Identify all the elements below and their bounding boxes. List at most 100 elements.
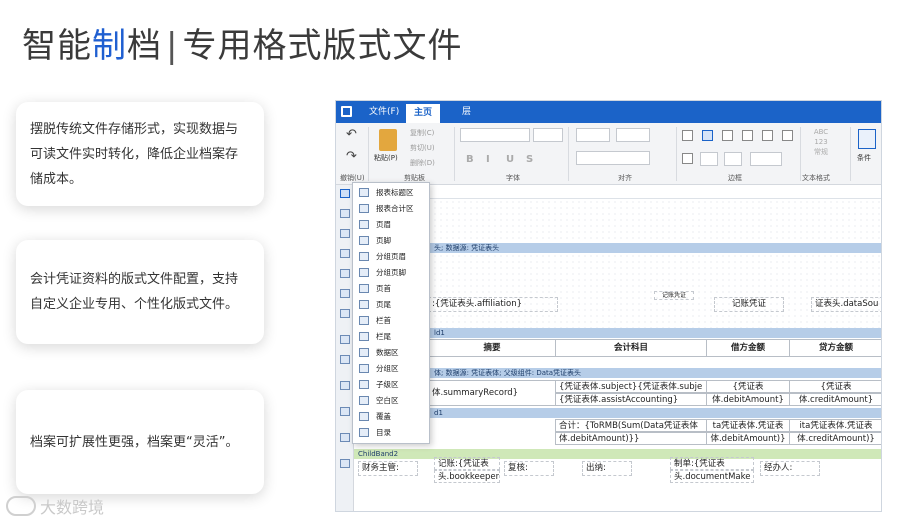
shape-tool-icon[interactable] [340, 269, 350, 278]
paste-icon[interactable] [379, 129, 397, 151]
label-small-title[interactable]: 记账凭证 [654, 291, 694, 300]
menu-item-toc[interactable]: 目录 [353, 425, 431, 441]
header-credit[interactable]: 贷方金额 [789, 339, 881, 357]
border-right-button[interactable] [782, 130, 793, 141]
text-tool-icon[interactable] [340, 209, 350, 218]
border-top-button[interactable] [722, 130, 733, 141]
condition-button[interactable]: 条件 [857, 153, 871, 163]
menu-item-label: 页脚 [376, 236, 391, 245]
header-account[interactable]: 会计科目 [555, 339, 707, 357]
bold-button[interactable]: B [466, 154, 474, 165]
field-total-credit-1[interactable]: ita凭证表体.凭证表 [789, 419, 881, 432]
field-maker-2[interactable]: 头.documentMake [670, 470, 754, 483]
field-total-debit-1[interactable]: ta凭证表体.凭证表 [706, 419, 790, 432]
band-header-voucher-head[interactable]: 头; 数据源: 凭证表头 [354, 243, 881, 253]
field-assist[interactable]: {凭证表体.assistAccounting} [555, 393, 707, 406]
underline-button[interactable]: U [506, 154, 514, 165]
menu-item-column-footer[interactable]: 栏尾 [353, 329, 431, 345]
line-style-select[interactable] [750, 152, 782, 166]
copy-button[interactable]: 复制(C) [410, 128, 434, 138]
menu-item-group-band[interactable]: 分组区 [353, 361, 431, 377]
chart-tool-icon[interactable] [340, 289, 350, 298]
band-grid [354, 199, 881, 339]
field-summary-record[interactable]: 体.summaryRecord} [428, 380, 556, 406]
band-header-footer[interactable]: d1 [354, 408, 881, 418]
line-tool-icon[interactable] [340, 433, 350, 442]
field-credit-1[interactable]: {凭证表 [789, 380, 881, 393]
field-datasource[interactable]: 证表头.dataSou [811, 297, 881, 312]
border-all-button[interactable] [702, 130, 713, 141]
menu-item-group-footer[interactable]: 分组页脚 [353, 265, 431, 281]
menu-item-overlay[interactable]: 覆盖 [353, 409, 431, 425]
label-voucher-title[interactable]: 记账凭证 [714, 297, 784, 312]
subreport-tool-icon[interactable] [340, 355, 350, 364]
field-maker-1[interactable]: 制单:{凭证表 [670, 457, 754, 470]
field-total-debit-2[interactable]: 体.debitAmount)} [706, 432, 790, 445]
text-format-button[interactable]: ABC 123 常规 [806, 127, 836, 163]
field-bookkeeper-2[interactable]: 头.bookkeeper} [434, 470, 500, 483]
menu-item-column-header[interactable]: 栏首 [353, 313, 431, 329]
menu-item-footer[interactable]: 页尾 [353, 297, 431, 313]
field-handler[interactable]: 经办人: [760, 461, 820, 476]
field-affiliation[interactable]: :{凭证表头.affiliation} [428, 297, 558, 312]
band-icon [359, 396, 369, 405]
field-cashier[interactable]: 出纳: [582, 461, 632, 476]
field-total-1[interactable]: 合计：{ToRMB(Sum(Data凭证表体 [555, 419, 707, 432]
band-icon [359, 364, 369, 373]
delete-button[interactable]: 删除(D) [410, 158, 435, 168]
menu-item-empty-band[interactable]: 空白区 [353, 393, 431, 409]
field-debit-2[interactable]: 体.debitAmount} [706, 393, 790, 406]
font-family-select[interactable] [460, 128, 530, 142]
table-tool-icon[interactable] [340, 309, 350, 318]
tab-home[interactable]: 主页 [406, 104, 441, 123]
menu-item-page-footer[interactable]: 页脚 [353, 233, 431, 249]
border-bottom-button[interactable] [742, 130, 753, 141]
tab-layer[interactable]: 层 [454, 101, 479, 123]
panel-tool-icon[interactable] [340, 335, 350, 344]
menu-item-report-title[interactable]: 报表标题区 [353, 185, 431, 201]
field-total-credit-2[interactable]: 体.creditAmount)} [789, 432, 881, 445]
field-finance-manager[interactable]: 财务主管: [358, 461, 418, 476]
map-tool-icon[interactable] [340, 459, 350, 468]
save-icon[interactable] [341, 106, 352, 117]
field-debit-1[interactable]: {凭证表 [706, 380, 790, 393]
border-none-button[interactable] [682, 130, 693, 141]
menu-item-group-header[interactable]: 分组页眉 [353, 249, 431, 265]
line-color-button[interactable] [724, 152, 742, 166]
barcode-tool-icon[interactable] [340, 249, 350, 258]
menu-item-child-band[interactable]: 子级区 [353, 377, 431, 393]
header-summary[interactable]: 摘要 [428, 339, 556, 357]
band-header-voucher-body[interactable]: 体; 数据源: 凭证表体; 父级组件: Data凭证表头 [354, 368, 881, 378]
valign-select[interactable] [616, 128, 650, 142]
italic-button[interactable]: I [486, 154, 490, 165]
font-size-select[interactable] [533, 128, 563, 142]
condition-icon[interactable] [858, 129, 876, 149]
border-outer-button[interactable] [682, 153, 693, 164]
undo-icon[interactable]: ↶ [346, 127, 357, 142]
border-left-button[interactable] [762, 130, 773, 141]
image-tool-icon[interactable] [340, 229, 350, 238]
menu-item-header[interactable]: 页首 [353, 281, 431, 297]
menu-item-report-summary[interactable]: 报表合计区 [353, 201, 431, 217]
fill-color-button[interactable] [700, 152, 718, 166]
wrap-select[interactable] [576, 151, 650, 165]
field-total-2[interactable]: 体.debitAmount)}} [555, 432, 707, 445]
menu-item-data-band[interactable]: 数据区 [353, 345, 431, 361]
report-canvas[interactable]: 头; 数据源: 凭证表头 :{凭证表头.affiliation} 记账凭证 记账… [354, 199, 881, 511]
band-header-column[interactable]: ld1 [354, 328, 881, 338]
richtext-tool-icon[interactable] [340, 407, 350, 416]
field-subject[interactable]: {凭证表体.subject}{凭证表体.subje [555, 380, 707, 393]
tab-file[interactable]: 文件(F) [361, 101, 407, 123]
field-review[interactable]: 复核: [504, 461, 554, 476]
checkbox-tool-icon[interactable] [340, 381, 350, 390]
paste-button[interactable]: 粘贴(P) [374, 153, 398, 163]
field-bookkeeper-1[interactable]: 记账:{凭证表 [434, 457, 500, 470]
field-credit-2[interactable]: 体.creditAmount} [789, 393, 881, 406]
strike-button[interactable]: S [526, 154, 533, 165]
menu-item-page-header[interactable]: 页眉 [353, 217, 431, 233]
header-debit[interactable]: 借方金额 [706, 339, 790, 357]
cut-button[interactable]: 剪切(U) [410, 143, 435, 153]
redo-icon[interactable]: ↷ [346, 149, 357, 164]
halign-select[interactable] [576, 128, 610, 142]
band-tool-icon[interactable] [340, 189, 350, 198]
